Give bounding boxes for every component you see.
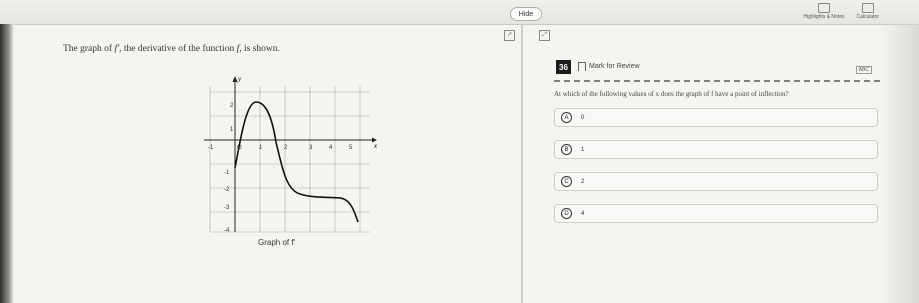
choice-letter: C xyxy=(561,176,572,187)
x-tick: -1 xyxy=(208,145,214,151)
x-tick: 3 xyxy=(309,145,313,151)
dashed-separator xyxy=(554,80,880,82)
choice-letter: B xyxy=(561,144,572,155)
y-tick: -2 xyxy=(224,187,230,193)
x-tick: 1 xyxy=(259,145,263,151)
choice-letter: A xyxy=(561,112,572,123)
y-axis-label: y xyxy=(237,75,242,83)
mark-label: Mark for Review xyxy=(589,63,640,70)
highlights-label: Highlights & Notes xyxy=(803,14,845,20)
right-edge xyxy=(879,24,919,303)
choice-value: 1 xyxy=(581,146,585,153)
derivative-graph: x y -1 O 1 2 3 4 5 2 1 -1 -2 -3 -4 xyxy=(204,75,378,234)
hide-button[interactable]: Hide xyxy=(510,7,542,21)
question-stem: The graph of f′, the derivative of the f… xyxy=(63,44,280,54)
x-axis-label: x xyxy=(373,142,378,150)
pencil-icon xyxy=(817,3,830,13)
question-number: 36 xyxy=(556,60,571,74)
choice-value: 0 xyxy=(581,114,585,121)
pane-resize-controls: ↗ ⤢ xyxy=(504,30,550,41)
y-tick: 2 xyxy=(230,103,234,109)
calculator-button[interactable]: Calculator xyxy=(856,3,879,20)
calculator-label: Calculator xyxy=(856,14,879,20)
stem-suffix: , is shown. xyxy=(239,44,280,54)
expand-left-icon[interactable]: ↗ xyxy=(504,30,515,41)
choice-value: 4 xyxy=(581,210,585,217)
pane-divider[interactable] xyxy=(521,24,523,303)
choice-letter: D xyxy=(561,208,572,219)
choice-a[interactable]: A 0 xyxy=(554,108,878,127)
tool-group: Highlights & Notes Calculator xyxy=(803,3,879,20)
choice-b[interactable]: B 1 xyxy=(554,140,878,159)
left-edge xyxy=(0,24,14,303)
expand-right-icon[interactable]: ⤢ xyxy=(539,30,550,41)
x-tick: 4 xyxy=(329,145,333,151)
stem-mid: , the derivative of the function xyxy=(119,44,237,54)
strikethrough-toggle-icon[interactable]: ABC xyxy=(855,66,872,74)
x-tick: 5 xyxy=(349,145,353,151)
top-toolbar: Hide Highlights & Notes Calculator xyxy=(0,0,919,25)
choice-d[interactable]: D 4 xyxy=(554,204,878,223)
mark-for-review-button[interactable]: Mark for Review xyxy=(578,62,640,71)
bookmark-icon xyxy=(578,62,586,71)
y-tick: -4 xyxy=(224,228,230,234)
question-prompt: At which of the following values of x do… xyxy=(554,90,789,98)
y-tick: 1 xyxy=(230,127,234,133)
y-tick: -3 xyxy=(224,205,230,211)
y-axis-arrow xyxy=(232,76,238,82)
stem-prefix: The graph of xyxy=(63,44,115,54)
calculator-icon xyxy=(861,3,874,13)
x-tick: 2 xyxy=(284,145,288,151)
choice-c[interactable]: C 2 xyxy=(554,172,878,191)
grid xyxy=(209,86,370,233)
choice-value: 2 xyxy=(581,178,585,185)
graph-caption: Graph of f′ xyxy=(258,238,296,247)
highlights-notes-button[interactable]: Highlights & Notes xyxy=(803,3,844,20)
y-tick: -1 xyxy=(224,170,230,176)
f-prime-curve xyxy=(234,101,359,223)
